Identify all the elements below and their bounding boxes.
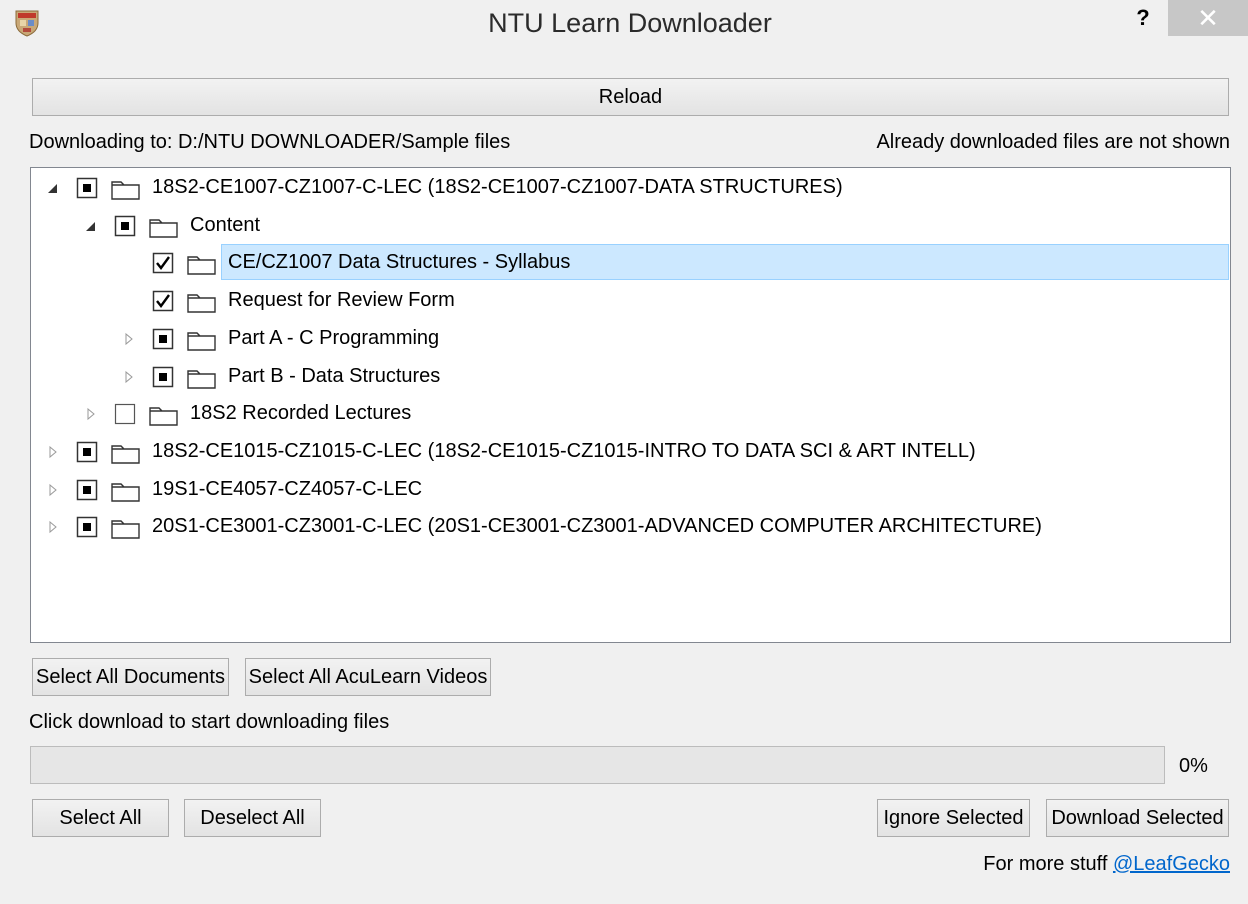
select-all-aculearn-videos-button[interactable]: Select All AcuLearn Videos xyxy=(245,658,491,696)
window-title: NTU Learn Downloader xyxy=(488,8,772,38)
folder-icon xyxy=(111,520,140,539)
deselect-all-button[interactable]: Deselect All xyxy=(184,799,321,837)
tree-item-label: Part A - C Programming xyxy=(228,326,440,349)
collapsed-arrow-icon[interactable] xyxy=(123,332,135,346)
ignore-selected-button[interactable]: Ignore Selected xyxy=(877,799,1030,837)
collapsed-arrow-icon[interactable] xyxy=(123,370,135,384)
tree-row[interactable]: 18S2-CE1007-CZ1007-C-LEC (18S2-CE1007-CZ… xyxy=(31,169,1230,207)
tree-row[interactable]: Part A - C Programming xyxy=(31,320,1230,358)
course-tree[interactable]: 18S2-CE1007-CZ1007-C-LEC (18S2-CE1007-CZ… xyxy=(30,167,1231,643)
partial-checkbox-icon[interactable] xyxy=(114,215,136,237)
partial-checkbox-icon[interactable] xyxy=(76,441,98,463)
checked-checkbox-icon[interactable] xyxy=(152,252,174,274)
partial-checkbox-icon[interactable] xyxy=(76,516,98,538)
expanded-arrow-icon[interactable] xyxy=(85,219,97,233)
footer: For more stuff @LeafGecko xyxy=(983,853,1230,876)
tree-item-label: 18S2 Recorded Lectures xyxy=(190,402,412,425)
tree-item-label: Part B - Data Structures xyxy=(228,364,441,387)
folder-icon xyxy=(187,256,216,276)
leafgecko-link[interactable]: @LeafGecko xyxy=(1113,853,1230,875)
tree-row[interactable]: Part B - Data Structures xyxy=(31,358,1230,396)
partial-checkbox-icon[interactable] xyxy=(76,177,98,199)
already-downloaded-note: Already downloaded files are not shown xyxy=(876,131,1230,153)
folder-icon xyxy=(111,181,140,200)
partial-checkbox-icon[interactable] xyxy=(152,366,174,388)
tree-item-label: 20S1-CE3001-CZ3001-C-LEC (20S1-CE3001-CZ… xyxy=(152,515,1042,538)
collapsed-arrow-icon[interactable] xyxy=(47,483,59,497)
folder-icon xyxy=(187,332,216,351)
folder-icon xyxy=(149,407,178,426)
tree-item-label: 18S2-CE1007-CZ1007-C-LEC (18S2-CE1007-CZ… xyxy=(152,176,843,198)
select-all-button[interactable]: Select All xyxy=(32,799,169,837)
unchecked-checkbox-icon[interactable] xyxy=(114,403,136,425)
help-button[interactable]: ? xyxy=(1128,2,1158,34)
tree-row[interactable]: 20S1-CE3001-CZ3001-C-LEC (20S1-CE3001-CZ… xyxy=(31,508,1230,546)
tree-row[interactable]: 18S2-CE1015-CZ1015-C-LEC (18S2-CE1015-CZ… xyxy=(31,433,1230,471)
tree-row[interactable]: Content xyxy=(31,207,1230,245)
folder-icon xyxy=(187,369,216,389)
footer-text: For more stuff xyxy=(983,853,1113,875)
folder-icon xyxy=(187,294,216,313)
progress-percent: 0% xyxy=(1179,755,1208,777)
tree-item-label: CE/CZ1007 Data Structures - Syllabus xyxy=(228,251,571,274)
download-progress-bar xyxy=(30,746,1165,784)
collapsed-arrow-icon[interactable] xyxy=(47,445,59,459)
partial-checkbox-icon[interactable] xyxy=(152,328,174,350)
folder-icon xyxy=(111,482,140,502)
folder-icon xyxy=(149,218,178,238)
collapsed-arrow-icon[interactable] xyxy=(85,407,97,421)
close-button[interactable]: ✕ xyxy=(1168,0,1248,36)
checked-checkbox-icon[interactable] xyxy=(152,290,174,312)
tree-item-label: 18S2-CE1015-CZ1015-C-LEC (18S2-CE1015-CZ… xyxy=(152,439,976,462)
download-path-label: Downloading to: D:/NTU DOWNLOADER/Sample… xyxy=(29,131,511,153)
status-message: Click download to start downloading file… xyxy=(29,711,390,733)
expanded-arrow-icon[interactable] xyxy=(47,181,59,195)
tree-row[interactable]: 19S1-CE4057-CZ4057-C-LEC xyxy=(31,471,1230,509)
title-bar: NTU Learn Downloader ? ✕ xyxy=(0,0,1248,52)
tree-row[interactable]: 18S2 Recorded Lectures xyxy=(31,395,1230,433)
tree-row[interactable]: CE/CZ1007 Data Structures - Syllabus xyxy=(31,244,1230,282)
tree-item-label: Request for Review Form xyxy=(228,289,455,312)
collapsed-arrow-icon[interactable] xyxy=(47,520,59,534)
download-selected-button[interactable]: Download Selected xyxy=(1046,799,1229,837)
partial-checkbox-icon[interactable] xyxy=(76,479,98,501)
tree-row[interactable]: Request for Review Form xyxy=(31,282,1230,320)
folder-icon xyxy=(111,445,140,464)
select-all-documents-button[interactable]: Select All Documents xyxy=(32,658,229,696)
reload-button[interactable]: Reload xyxy=(32,78,1229,116)
tree-item-label: 19S1-CE4057-CZ4057-C-LEC xyxy=(152,477,423,500)
tree-item-label: Content xyxy=(190,213,261,236)
